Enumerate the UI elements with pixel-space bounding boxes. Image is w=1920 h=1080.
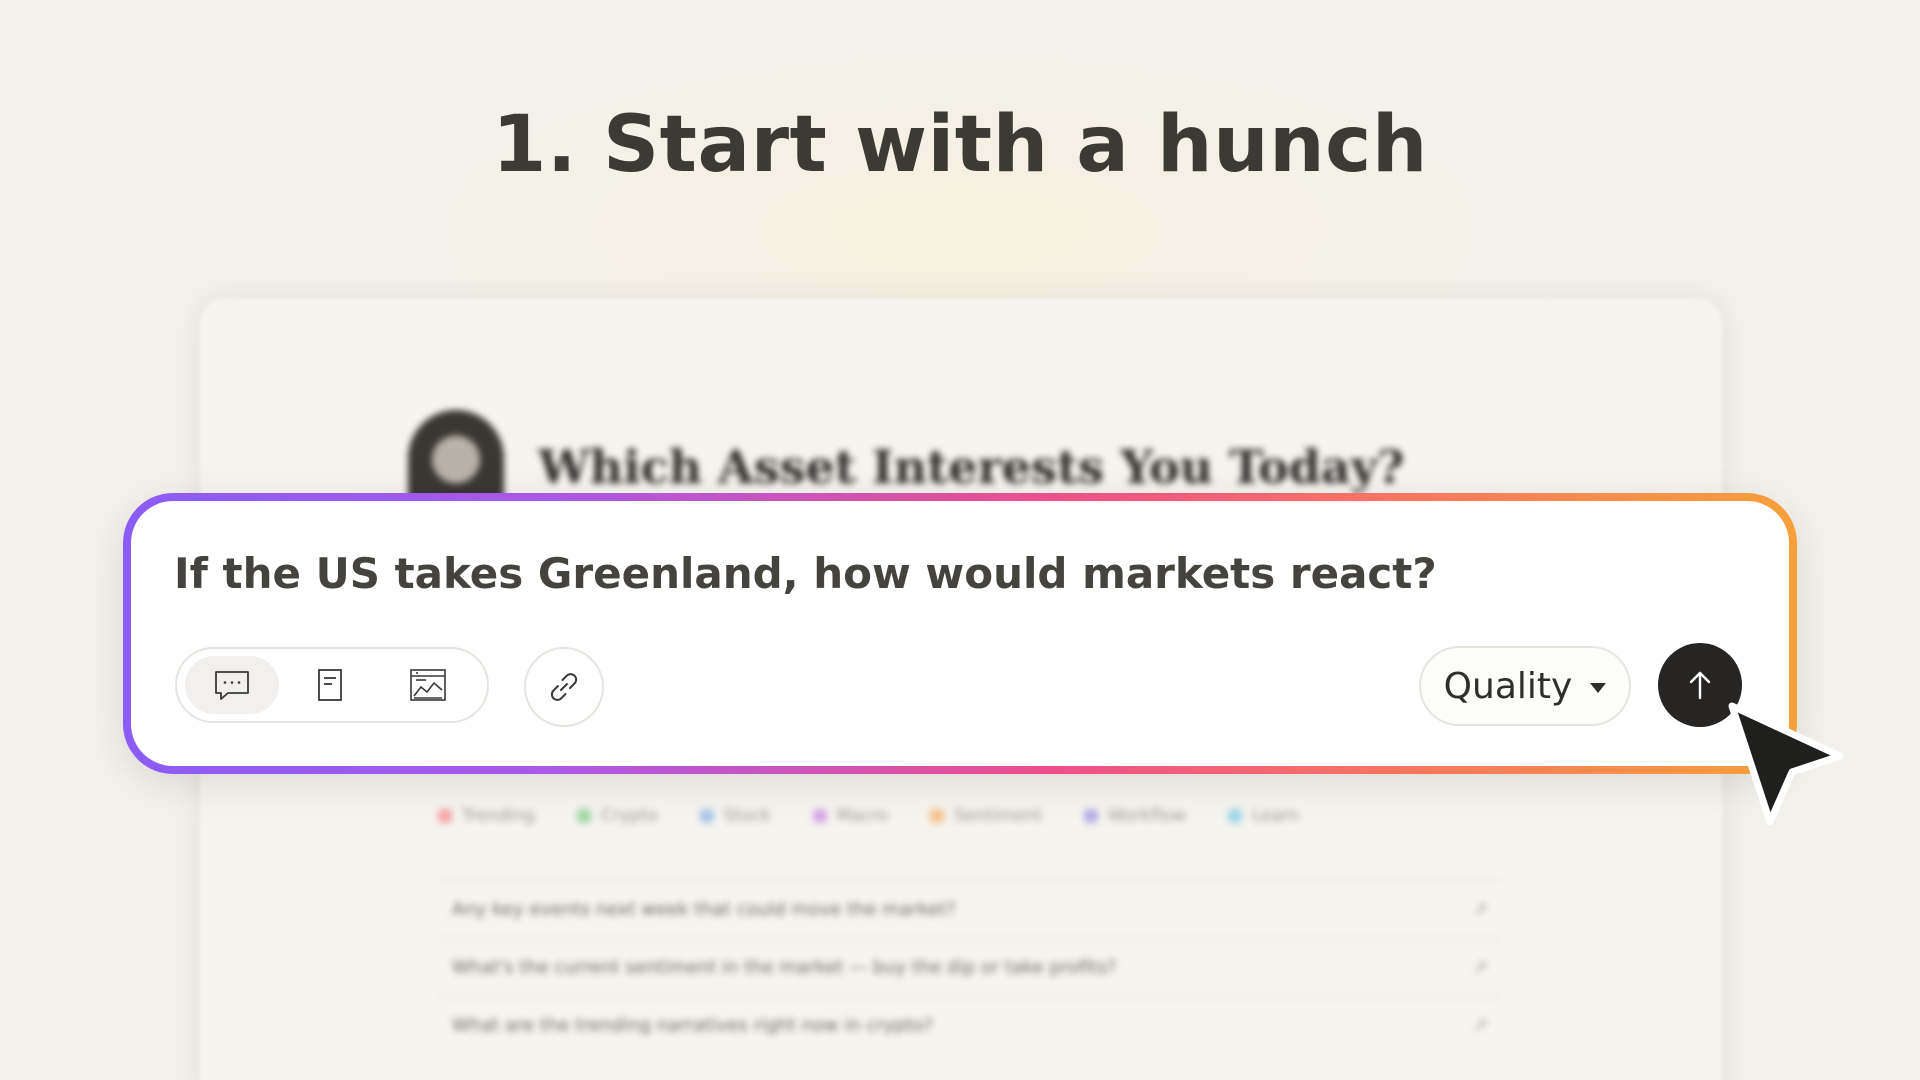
chat-bubble-icon bbox=[215, 671, 249, 700]
document-icon bbox=[318, 669, 342, 701]
mouse-pointer-icon bbox=[1728, 702, 1844, 826]
scene: 1. Start with a hunch Which Asset Interes… bbox=[0, 0, 1920, 1080]
tab-label: Trending bbox=[462, 806, 535, 826]
suggestion-list: Any key events next week that could move… bbox=[440, 880, 1500, 1054]
attach-link-button[interactable] bbox=[524, 647, 604, 727]
arrow-up-right-icon: ↗ bbox=[1472, 957, 1488, 978]
tab-crypto[interactable]: Crypto bbox=[576, 806, 658, 826]
tab-label: Sentiment bbox=[954, 806, 1042, 826]
suggestion-text: What are the trending narratives right n… bbox=[452, 1015, 934, 1036]
arrow-up-right-icon: ↗ bbox=[1472, 899, 1488, 920]
prompt-card: If the US takes Greenland, how would mar… bbox=[123, 493, 1797, 774]
mode-report-button[interactable] bbox=[381, 656, 475, 714]
tab-dot-icon bbox=[812, 809, 827, 823]
tab-dot-icon bbox=[576, 809, 591, 823]
quality-dropdown[interactable]: Quality bbox=[1419, 646, 1631, 726]
caret-down-icon bbox=[1590, 683, 1607, 693]
tab-dot-icon bbox=[1228, 809, 1243, 823]
tab-label: Workflow bbox=[1108, 806, 1187, 826]
mode-chat-button[interactable] bbox=[185, 656, 279, 714]
background-app-title: Which Asset Interests You Today? bbox=[538, 440, 1405, 494]
tab-macro[interactable]: Macro bbox=[812, 806, 889, 826]
suggestion-text: What's the current sentiment in the mark… bbox=[452, 957, 1117, 978]
tab-workflow[interactable]: Workflow bbox=[1084, 806, 1186, 826]
list-item[interactable]: What are the trending narratives right n… bbox=[440, 996, 1500, 1054]
tab-trending[interactable]: Trending bbox=[438, 806, 535, 826]
list-item[interactable]: Any key events next week that could move… bbox=[440, 880, 1500, 938]
arrow-up-right-icon: ↗ bbox=[1472, 1015, 1488, 1036]
tab-label: Learn bbox=[1252, 806, 1300, 826]
prompt-input-area[interactable]: If the US takes Greenland, how would mar… bbox=[131, 501, 1789, 766]
suggestion-text: Any key events next week that could move… bbox=[452, 899, 956, 920]
tab-label: Crypto bbox=[600, 806, 658, 826]
tab-dot-icon bbox=[699, 809, 714, 823]
tab-label: Macro bbox=[836, 806, 889, 826]
tab-sentiment[interactable]: Sentiment bbox=[930, 806, 1042, 826]
link-icon bbox=[550, 673, 578, 701]
tab-label: Stock bbox=[723, 806, 771, 826]
tab-dot-icon bbox=[438, 809, 452, 823]
chart-report-icon bbox=[410, 669, 446, 701]
arrow-up-icon bbox=[1689, 671, 1711, 700]
tab-learn[interactable]: Learn bbox=[1228, 806, 1300, 826]
mode-document-button[interactable] bbox=[283, 656, 377, 714]
tab-dot-icon bbox=[930, 809, 945, 823]
category-tabs: Trending Crypto Stock Macro Sentiment Wo… bbox=[438, 806, 1300, 826]
quality-label: Quality bbox=[1443, 665, 1573, 707]
mode-selector bbox=[175, 647, 489, 723]
tab-stock[interactable]: Stock bbox=[699, 806, 771, 826]
prompt-input[interactable]: If the US takes Greenland, how would mar… bbox=[174, 549, 1437, 598]
list-item[interactable]: What's the current sentiment in the mark… bbox=[440, 938, 1500, 996]
tab-dot-icon bbox=[1084, 809, 1098, 823]
